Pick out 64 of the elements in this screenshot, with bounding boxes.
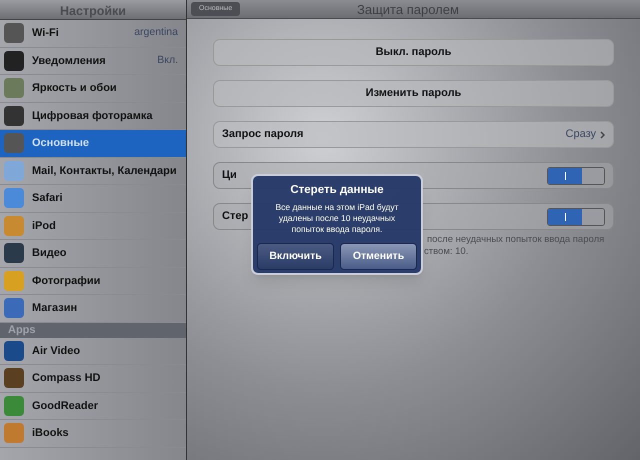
app-icon — [4, 340, 24, 361]
row-label: Запрос пароля — [222, 127, 304, 142]
settings-button[interactable]: Изменить пароль — [213, 80, 614, 107]
item-label: iPod — [32, 218, 56, 234]
item-label: Mail, Контакты, Календари — [32, 164, 177, 178]
app-icon — [4, 423, 24, 444]
app-icon — [4, 50, 24, 71]
sidebar-item[interactable]: Основные — [0, 130, 186, 158]
app-icon — [4, 133, 24, 154]
sidebar-item[interactable]: Видео — [0, 240, 186, 268]
item-label: Air Video — [32, 344, 80, 358]
app-icon — [4, 216, 24, 236]
sidebar-item[interactable]: Уведомления Вкл. — [0, 48, 186, 75]
item-label: Safari — [32, 191, 63, 206]
toggle-switch[interactable] — [547, 166, 605, 184]
toggle-switch[interactable] — [547, 208, 605, 226]
sidebar-item[interactable]: Air Video — [0, 338, 186, 365]
page-title: Защита паролем — [357, 1, 459, 19]
item-label: Wi-Fi — [32, 26, 59, 41]
sidebar-item[interactable]: iPod — [0, 212, 186, 240]
footer-text: ством: 10. — [424, 246, 470, 258]
item-label: iBooks — [32, 426, 69, 441]
sidebar-item[interactable]: iBooks — [0, 420, 186, 448]
app-icon — [4, 106, 24, 126]
sidebar-item[interactable]: Фотографии — [0, 268, 186, 295]
app-icon — [4, 188, 24, 208]
sidebar-item[interactable]: Яркость и обои — [0, 75, 186, 102]
sidebar-item[interactable]: Safari — [0, 185, 186, 212]
app-icon — [4, 298, 24, 318]
sidebar-item[interactable]: Wi-Fi argentina — [0, 20, 186, 48]
app-icon — [4, 243, 24, 264]
sidebar-item[interactable]: GoodReader — [0, 392, 186, 420]
item-label: Магазин — [32, 301, 78, 316]
settings-row[interactable]: Запрос пароля Сразу — [213, 121, 614, 148]
item-label: Цифровая фоторамка — [32, 108, 153, 124]
chevron-icon — [600, 130, 605, 138]
sidebar-title: Настройки — [60, 3, 126, 19]
settings-button[interactable]: Выкл. пароль — [213, 39, 614, 66]
item-label: Яркость и обои — [32, 81, 117, 96]
item-value: Вкл. — [157, 52, 179, 68]
item-label: Видео — [32, 246, 67, 261]
row-label: Стер — [222, 209, 248, 224]
app-icon — [4, 396, 24, 416]
alert-button[interactable]: Включить — [257, 243, 334, 270]
item-label: Основные — [32, 136, 89, 151]
section-header: Apps — [0, 322, 186, 338]
app-icon — [4, 160, 24, 181]
row-value: Сразу — [566, 127, 596, 142]
footer-text: после неудачных попыток ввода пароля — [427, 234, 604, 246]
item-label: GoodReader — [32, 398, 98, 414]
app-icon — [4, 23, 24, 44]
alert-title: Стереть данные — [290, 183, 384, 198]
app-icon — [4, 78, 24, 98]
item-label: Фотографии — [32, 274, 100, 288]
sidebar-item[interactable]: Compass HD — [0, 365, 186, 392]
item-value: argentina — [134, 25, 179, 40]
app-icon — [4, 270, 24, 291]
app-icon — [4, 368, 24, 388]
alert-message: Все данные на этом iPad будут удалены после 10 неудачных попыток ввода пароля. — [274, 202, 400, 236]
sidebar-item[interactable]: Mail, Контакты, Календари — [0, 158, 186, 185]
alert-button[interactable]: Отменить — [340, 243, 417, 270]
item-label: Уведомления — [32, 54, 106, 68]
item-label: Compass HD — [32, 371, 100, 386]
row-label: Ци — [222, 168, 237, 184]
